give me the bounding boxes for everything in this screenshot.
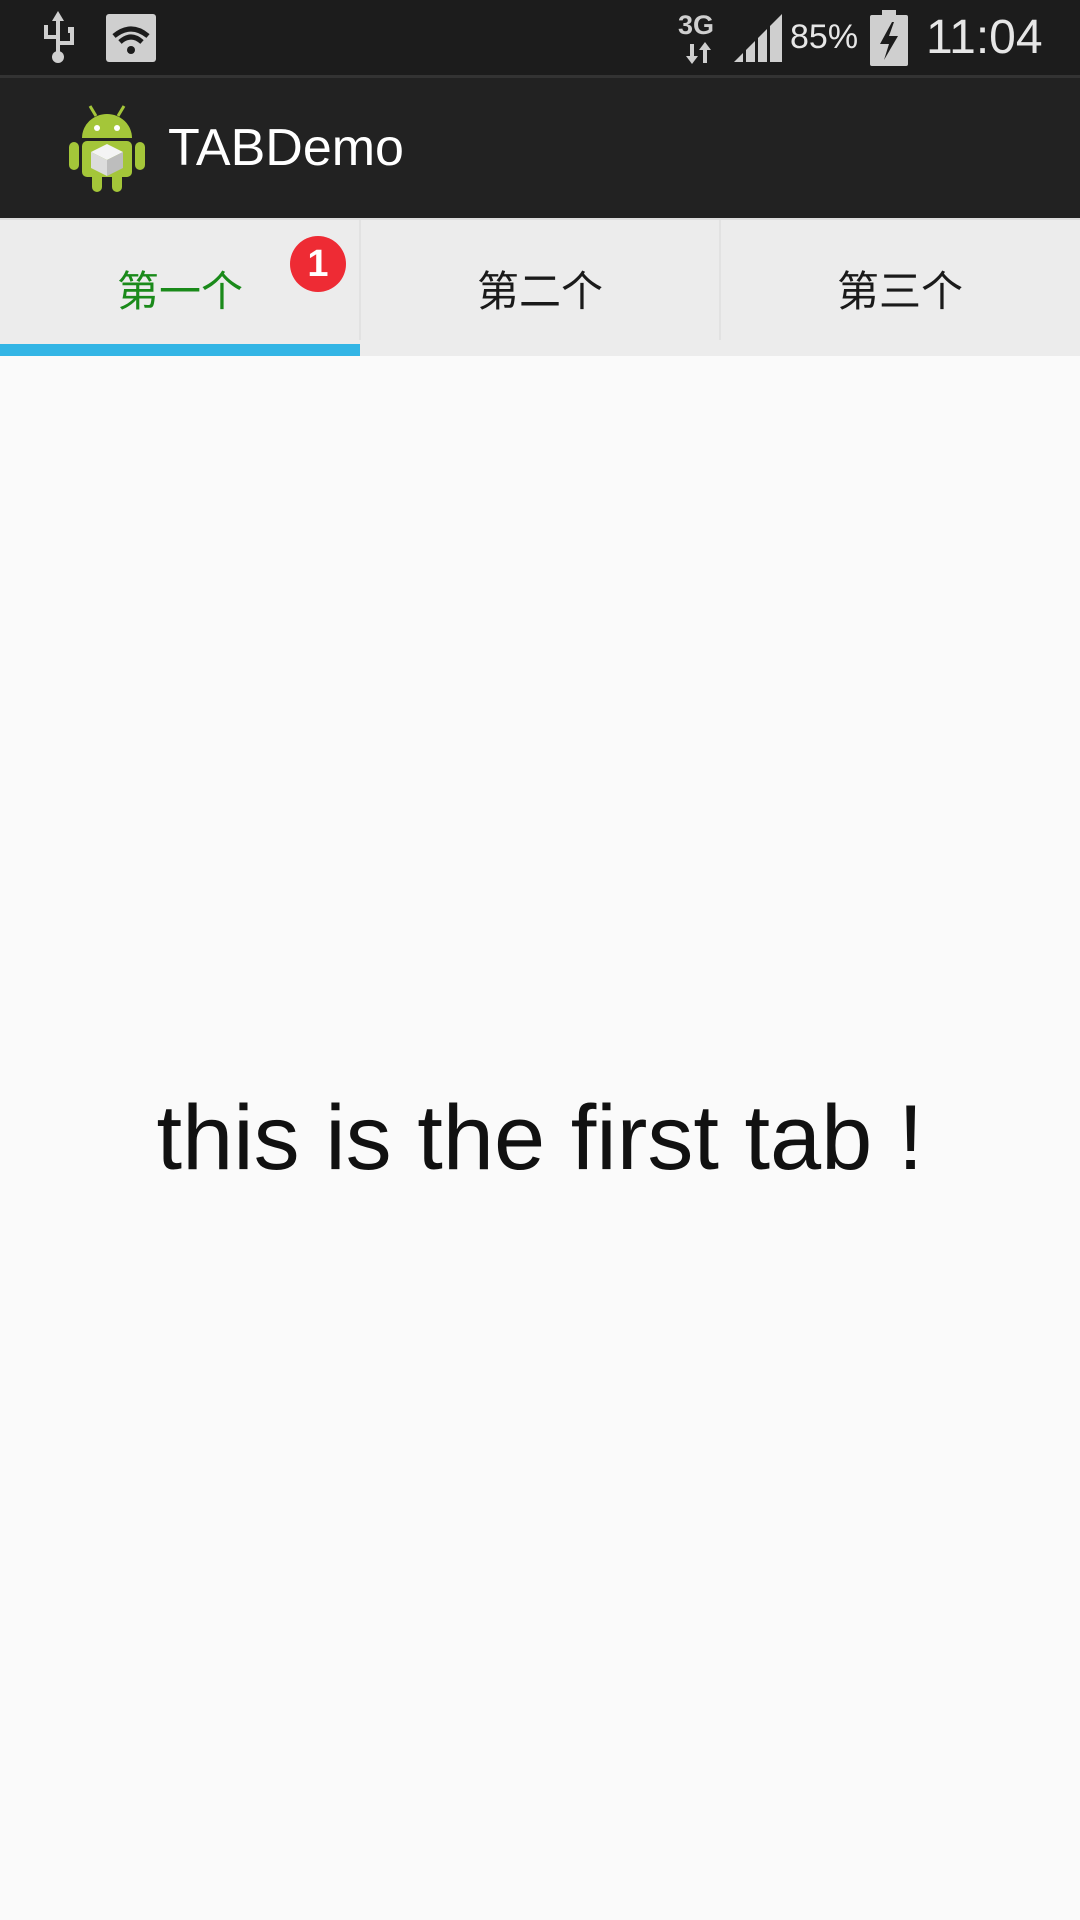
signal-icon	[734, 0, 782, 75]
status-bar: 3G 85% 11:04	[0, 0, 1080, 75]
tab-content: this is the first tab !	[0, 356, 1080, 1920]
tab-third-label: 第三个	[836, 266, 963, 316]
network-3g-icon: 3G	[676, 0, 720, 75]
tab-first-label: 第一个	[116, 266, 243, 316]
notification-badge: 1	[290, 236, 346, 292]
usb-icon	[38, 0, 78, 75]
tab-second-label: 第二个	[476, 266, 603, 316]
app-title: TABDemo	[168, 119, 404, 177]
tab-second[interactable]: 第二个	[360, 220, 720, 356]
selected-tab-indicator	[0, 344, 360, 356]
android-icon[interactable]	[68, 104, 146, 192]
tab-bar: 第一个 1 第二个 第三个	[0, 218, 1080, 356]
wifi-icon	[106, 0, 156, 75]
content-message: this is the first tab !	[156, 1087, 924, 1189]
battery-percent: 85%	[790, 18, 859, 56]
clock: 11:04	[926, 11, 1043, 64]
action-bar: TABDemo	[0, 78, 1080, 218]
battery-charging-icon	[870, 0, 908, 75]
tab-third[interactable]: 第三个	[720, 220, 1080, 356]
network-type-label: 3G	[678, 9, 715, 40]
